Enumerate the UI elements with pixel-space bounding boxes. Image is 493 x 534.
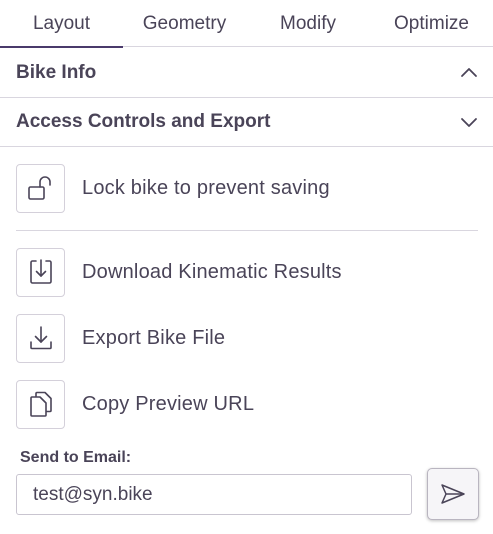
chevron-down-icon [461, 118, 477, 127]
tab-layout[interactable]: Layout [0, 0, 123, 48]
section-title-access-controls: Access Controls and Export [16, 111, 271, 132]
copy-preview-url-button[interactable]: Copy Preview URL [16, 379, 476, 429]
tab-bar: Layout Geometry Modify Optimize [0, 0, 493, 48]
email-input[interactable] [16, 474, 412, 515]
lock-bike-label: Lock bike to prevent saving [82, 176, 330, 199]
lock-icon-box[interactable] [16, 163, 65, 213]
export-bike-icon-box[interactable] [16, 313, 65, 363]
lock-bike-button[interactable]: Lock bike to prevent saving [16, 163, 476, 213]
download-kinematic-button[interactable]: Download Kinematic Results [16, 247, 476, 297]
tab-geometry[interactable]: Geometry [123, 0, 246, 47]
download-kinematic-icon-box[interactable] [16, 247, 65, 297]
send-to-email-label: Send to Email: [20, 449, 132, 466]
download-file-icon [29, 259, 52, 284]
tab-optimize[interactable]: Optimize [370, 0, 493, 47]
download-kinematic-label: Download Kinematic Results [82, 260, 342, 283]
export-bike-file-label: Export Bike File [82, 326, 226, 349]
copy-icon [29, 391, 52, 417]
export-bike-file-button[interactable]: Export Bike File [16, 313, 476, 363]
section-title-bike-info: Bike Info [16, 61, 97, 83]
section-bike-info[interactable]: Bike Info [0, 48, 493, 98]
send-email-button[interactable] [427, 468, 479, 520]
section-access-controls[interactable]: Access Controls and Export [0, 98, 493, 147]
send-icon [441, 484, 465, 504]
copy-preview-icon-box[interactable] [16, 379, 65, 429]
download-icon [29, 326, 52, 350]
divider [16, 230, 478, 231]
tab-modify[interactable]: Modify [246, 0, 370, 47]
unlock-icon [27, 176, 51, 200]
copy-preview-url-label: Copy Preview URL [82, 392, 255, 415]
chevron-up-icon [461, 67, 477, 77]
